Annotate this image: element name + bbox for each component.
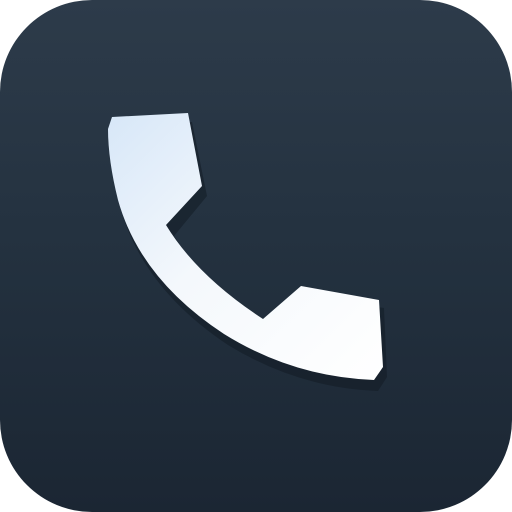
phone-app-icon[interactable] — [0, 0, 512, 512]
phone-handset-icon — [108, 113, 387, 391]
handset-glyph — [108, 113, 383, 380]
